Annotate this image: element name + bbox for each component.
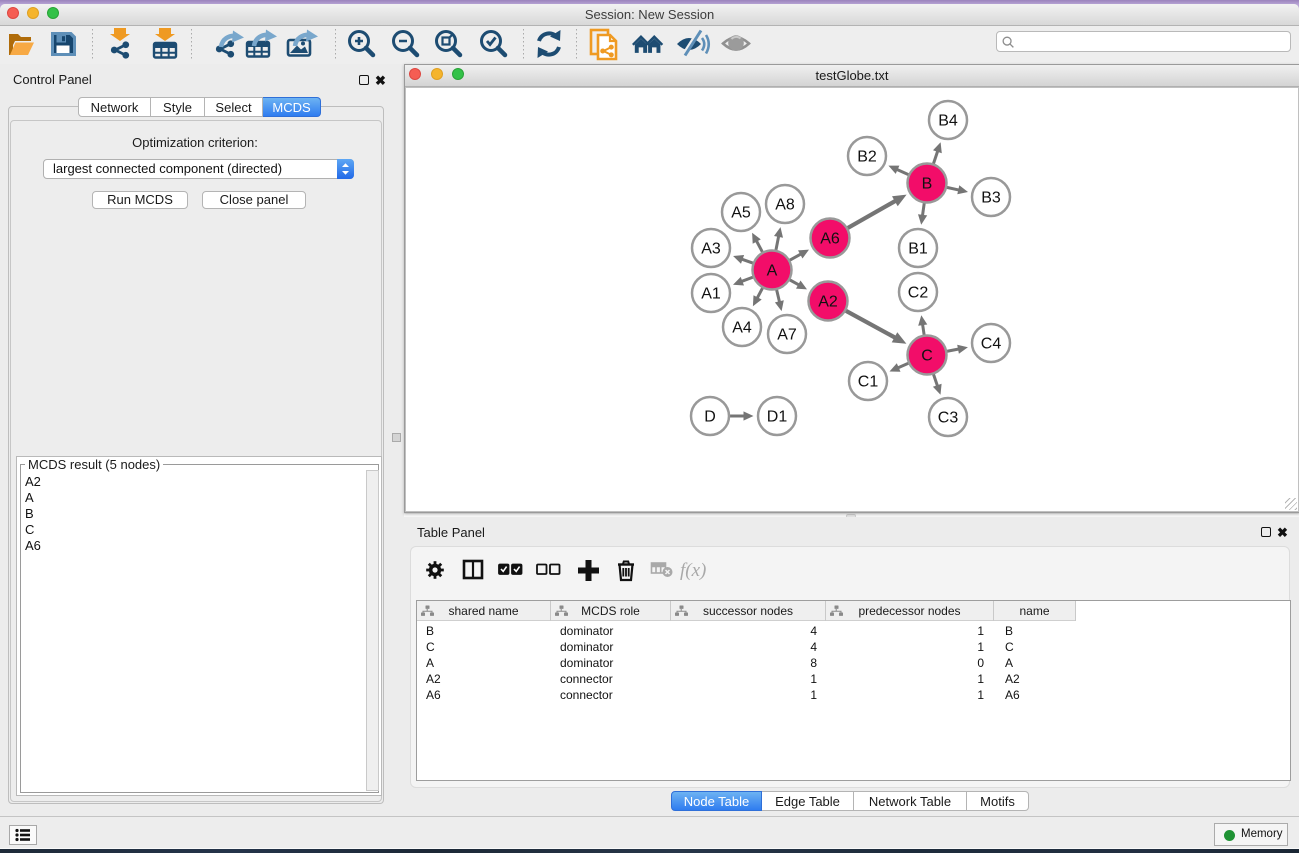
svg-text:C1: C1 <box>858 374 879 391</box>
svg-text:f(x): f(x) <box>680 560 706 581</box>
svg-text:A2: A2 <box>818 294 838 311</box>
svg-text:B1: B1 <box>908 241 928 258</box>
svg-text:B3: B3 <box>981 190 1001 207</box>
svg-text:D1: D1 <box>767 409 788 426</box>
svg-text:C2: C2 <box>908 285 929 302</box>
svg-text:B4: B4 <box>938 113 958 130</box>
svg-text:A4: A4 <box>732 320 752 337</box>
svg-text:C4: C4 <box>981 336 1002 353</box>
svg-text:A1: A1 <box>701 286 721 303</box>
svg-text:C: C <box>921 348 933 365</box>
svg-text:A7: A7 <box>777 327 797 344</box>
svg-text:A8: A8 <box>775 197 795 214</box>
svg-text:B: B <box>922 176 933 193</box>
svg-text:B2: B2 <box>857 149 877 166</box>
svg-text:A3: A3 <box>701 241 721 258</box>
svg-text:A5: A5 <box>731 205 751 222</box>
svg-text:A6: A6 <box>820 231 840 248</box>
svg-text:C3: C3 <box>938 410 959 427</box>
svg-text:D: D <box>704 409 716 426</box>
svg-text:A: A <box>767 263 778 280</box>
